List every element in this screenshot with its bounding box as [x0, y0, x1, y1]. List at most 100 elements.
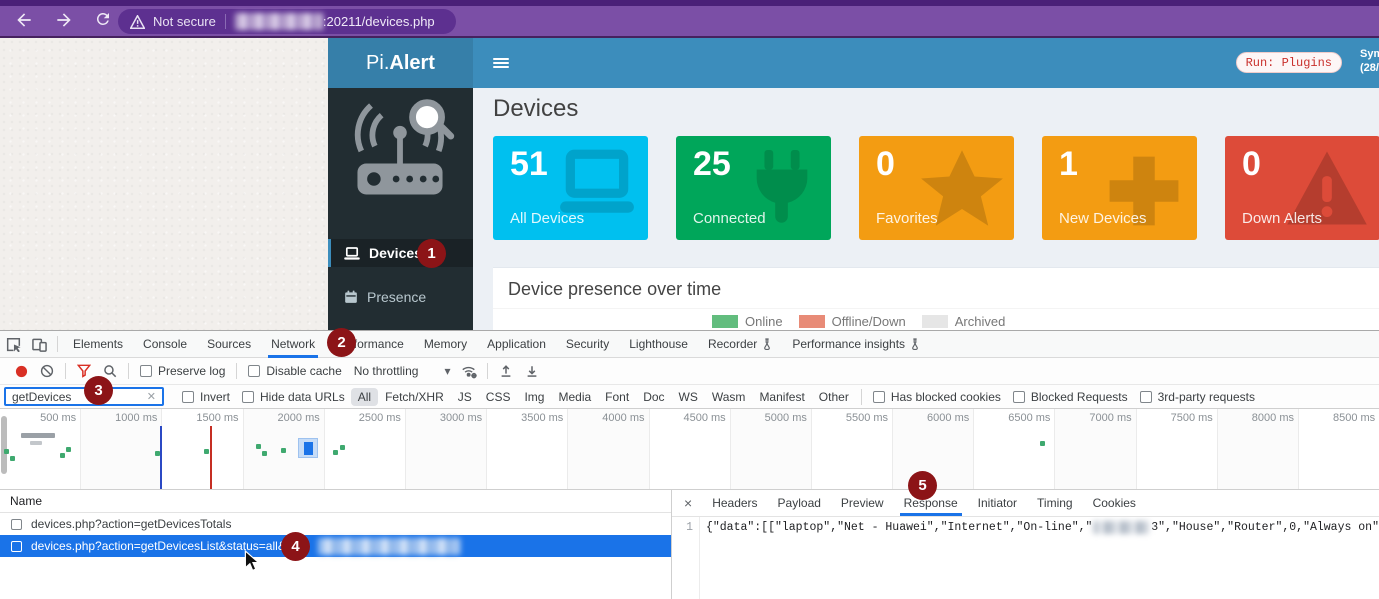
network-conditions-icon[interactable] — [456, 358, 482, 385]
address-bar[interactable]: Not secure :20211/devices.php — [118, 9, 456, 34]
record-icon[interactable] — [8, 358, 34, 385]
card-connected[interactable]: 25 Connected — [676, 136, 831, 240]
chevron-down-icon: ▾ — [444, 364, 450, 378]
checkbox-icon[interactable] — [140, 365, 152, 377]
network-overview-timeline[interactable]: 500 ms1000 ms1500 ms2000 ms2500 ms3000 m… — [0, 409, 1379, 490]
run-plugins-button[interactable]: Run: Plugins — [1236, 52, 1342, 73]
checkbox-icon[interactable] — [182, 391, 194, 403]
hide-data-urls-checkbox[interactable]: Hide data URLs — [242, 390, 345, 404]
invert-checkbox[interactable]: Invert — [182, 390, 230, 404]
url-divider — [225, 14, 226, 29]
reload-icon[interactable] — [94, 10, 116, 32]
separator — [487, 363, 488, 379]
filter-option-checkbox[interactable]: Blocked Requests — [1013, 390, 1128, 404]
app-navbar: Run: Plugins Sym (28/ — [473, 38, 1379, 88]
devtools-tab[interactable]: Elements — [63, 331, 133, 358]
devtools-tabbar: Elements Console Sources — [0, 331, 1379, 358]
laptop-icon — [344, 247, 360, 260]
checkbox-icon[interactable] — [248, 365, 260, 377]
filter-option-checkbox[interactable]: Has blocked cookies — [873, 390, 1001, 404]
app-content: Devices 51 All Devices 25 Connected 0 Fa… — [473, 88, 1379, 330]
sidebar-item-presence[interactable]: Presence — [328, 283, 473, 311]
resource-type-filter[interactable]: Doc — [636, 388, 671, 406]
devtools-tab[interactable]: Recorder — [698, 331, 782, 358]
request-list-pane: Name devices.php?action=getDevicesTotals… — [0, 490, 672, 599]
devtools-tab[interactable]: Sources — [197, 331, 261, 358]
legend-item[interactable]: Offline/Down — [799, 314, 906, 329]
devtools-tab[interactable]: Memory — [414, 331, 477, 358]
legend-item[interactable]: Online — [712, 314, 783, 329]
step-badge-4: 4 — [281, 532, 310, 561]
separator — [128, 363, 129, 379]
checkbox-icon[interactable] — [11, 519, 22, 530]
resource-type-filter[interactable]: Font — [598, 388, 636, 406]
legend-swatch — [922, 315, 948, 328]
response-viewer[interactable]: 1 {"data":[["laptop","Net - Huawei","Int… — [672, 517, 1379, 599]
resource-type-filter[interactable]: CSS — [479, 388, 518, 406]
card-favorites[interactable]: 0 Favorites — [859, 136, 1014, 240]
name-column-header[interactable]: Name — [0, 490, 671, 513]
hamburger-menu-icon[interactable] — [493, 56, 509, 70]
clear-icon[interactable] — [34, 358, 60, 385]
resource-type-filter[interactable]: JS — [451, 388, 479, 406]
resource-type-filter[interactable]: Img — [517, 388, 551, 406]
pialert-app: Pi.Alert Run: Plugins Sym (28/ — [328, 38, 1379, 330]
checkbox-icon[interactable] — [1140, 391, 1152, 403]
inspect-element-icon[interactable] — [0, 331, 26, 358]
overview-handle[interactable] — [1, 416, 7, 474]
details-tab[interactable]: Preview — [831, 490, 894, 516]
card-all-devices[interactable]: 51 All Devices — [493, 136, 648, 240]
card-new-devices[interactable]: 1 New Devices — [1042, 136, 1197, 240]
legend-swatch — [712, 315, 738, 328]
app-logo[interactable]: Pi.Alert — [328, 38, 473, 88]
device-toolbar-icon[interactable] — [26, 331, 52, 358]
security-label: Not secure — [153, 14, 216, 29]
devtools-tab[interactable]: Lighthouse — [619, 331, 698, 358]
checkbox-icon[interactable] — [242, 391, 254, 403]
calendar-icon — [344, 290, 358, 304]
details-tab[interactable]: Payload — [768, 490, 831, 516]
experiment-flask-icon — [762, 338, 772, 350]
router-scan-logo — [342, 94, 458, 211]
request-row[interactable]: devices.php?action=getDevicesTotals — [0, 513, 671, 535]
devtools-panel: Elements Console Sources — [0, 330, 1379, 599]
response-content: {"data":[["laptop","Net - Huawei","Inter… — [700, 517, 1379, 599]
devtools-tab[interactable]: Performance insights — [782, 331, 930, 358]
devtools-tab[interactable]: Network — [261, 331, 325, 358]
preserve-log-checkbox[interactable]: Preserve log — [140, 364, 225, 378]
disable-cache-checkbox[interactable]: Disable cache — [248, 364, 341, 378]
network-toolbar: Preserve log Disable cache No throttling… — [0, 358, 1379, 385]
legend-item[interactable]: Archived — [922, 314, 1006, 329]
resource-type-filter[interactable]: Wasm — [705, 388, 753, 406]
resource-type-filter[interactable]: Media — [551, 388, 598, 406]
filter-option-checkbox[interactable]: 3rd-party requests — [1140, 390, 1255, 404]
import-har-icon[interactable] — [493, 358, 519, 385]
details-tab[interactable]: Timing — [1027, 490, 1083, 516]
sidebar-item-devices[interactable]: Devices — [328, 239, 473, 267]
close-icon[interactable]: × — [672, 490, 702, 516]
selected-request-marker — [298, 438, 318, 458]
resource-type-filter[interactable]: All — [351, 388, 378, 406]
devtools-tab[interactable]: Console — [133, 331, 197, 358]
checkbox-icon[interactable] — [11, 541, 22, 552]
details-tab[interactable]: Cookies — [1083, 490, 1146, 516]
resource-type-filter[interactable]: Fetch/XHR — [378, 388, 451, 406]
resource-type-filter[interactable]: Manifest — [752, 388, 811, 406]
network-filter-bar: getDevices ✕ Invert Hide data URLs All F… — [0, 385, 1379, 409]
back-icon[interactable] — [14, 10, 36, 32]
checkbox-icon[interactable] — [1013, 391, 1025, 403]
throttling-dropdown[interactable]: No throttling ▾ — [354, 364, 451, 378]
experiment-flask-icon — [910, 338, 920, 350]
checkbox-icon[interactable] — [873, 391, 885, 403]
resource-type-filter[interactable]: Other — [812, 388, 856, 406]
details-tab[interactable]: Headers — [702, 490, 767, 516]
export-har-icon[interactable] — [519, 358, 545, 385]
devtools-tab[interactable]: Security — [556, 331, 619, 358]
devtools-tab[interactable]: Application — [477, 331, 556, 358]
resource-type-filter[interactable]: WS — [672, 388, 705, 406]
card-down-alerts[interactable]: 0 Down Alerts — [1225, 136, 1379, 240]
clear-filter-icon[interactable]: ✕ — [147, 390, 156, 403]
details-tabbar: × Headers Payload — [672, 490, 1379, 517]
forward-icon[interactable] — [54, 10, 76, 32]
details-tab[interactable]: Initiator — [968, 490, 1027, 516]
